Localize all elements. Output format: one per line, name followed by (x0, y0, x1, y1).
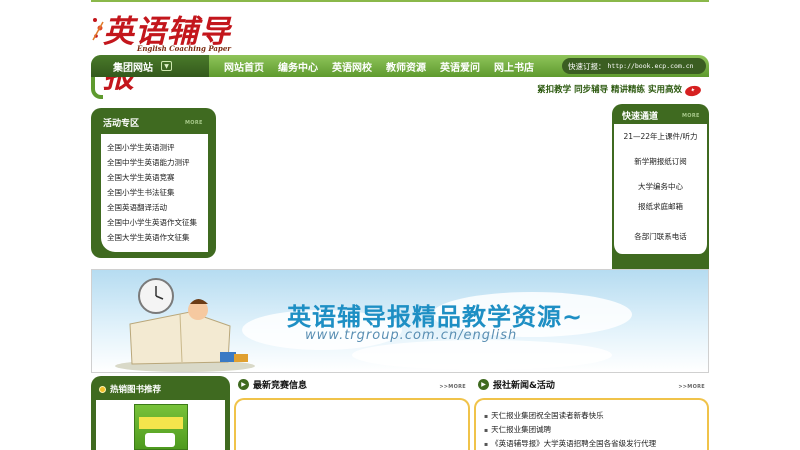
activity-item[interactable]: 全国中学生英语能力测评 (107, 155, 208, 170)
arrow-right-icon: ▶ (478, 379, 489, 390)
quick-channel: 快速通道 MORE 21—22年上课件/听力 新学期报纸订阅 大学编务中心 报纸… (612, 104, 709, 269)
quick-link-courseware[interactable]: 21—22年上课件/听力 (614, 131, 707, 142)
quick-channel-title: 快速通道 (622, 112, 659, 122)
quick-subscribe-link[interactable]: 快速订报： http://book.ecp.com.cn (562, 58, 706, 74)
news-more-link[interactable]: >>MORE (678, 384, 705, 390)
bestseller-panel (96, 400, 225, 450)
quick-channel-list: 21—22年上课件/听力 新学期报纸订阅 大学编务中心 报纸求庭邮箱 各部门联系… (612, 124, 709, 254)
logo-title-en: English Coaching Paper (137, 44, 231, 53)
badge-icon: ✦ (684, 84, 702, 98)
nav-link-editorial[interactable]: 编务中心 (278, 59, 318, 74)
subscribe-url: http://book.ecp.com.cn (607, 62, 694, 70)
activity-zone-title: 活动专区 (103, 119, 140, 129)
bestseller-title: 热销图书推荐 (99, 383, 161, 395)
banner-title: 英语辅导报精品教学资源~ (287, 303, 584, 331)
activity-list-panel: 全国小学生英语测评 全国中学生英语能力测评 全国大学生英语竞赛 全国小学生书法征… (101, 134, 208, 252)
nav-link-english-ask[interactable]: 英语爱问 (440, 59, 480, 74)
main-nav: 集团网站 ▼ 网站首页 编务中心 英语网校 教师资源 英语爱问 网上书店 快速订… (91, 55, 709, 77)
banner-url: www.trgroup.com.cn/english (305, 328, 518, 343)
activity-zone: 活动专区 MORE 全国小学生英语测评 全国中学生英语能力测评 全国大学生英语竞… (91, 108, 216, 258)
chevron-down-icon[interactable]: ▼ (161, 61, 172, 71)
news-title: 报社新闻&活动 (493, 381, 555, 391)
promo-banner[interactable]: 英语辅导报精品教学资源~ www.trgroup.com.cn/english (91, 269, 709, 373)
nav-link-home[interactable]: 网站首页 (224, 59, 264, 74)
nav-link-teacher-resources[interactable]: 教师资源 (386, 59, 426, 74)
activity-item[interactable]: 全国大学生英语竞赛 (107, 170, 208, 185)
subscribe-label: 快速订报： (568, 61, 606, 71)
activity-item[interactable]: 全国小学生英语测评 (107, 140, 208, 155)
nav-link-online-school[interactable]: 英语网校 (332, 59, 372, 74)
nav-corner-decoration (91, 77, 103, 99)
arrow-right-icon: ▶ (238, 379, 249, 390)
news-panel: ▶ 报社新闻&活动 >>MORE 天仁报业集团祝全国读者新春快乐 天仁报业集团诚… (474, 376, 709, 450)
latest-contest-more-link[interactable]: >>MORE (439, 384, 466, 390)
news-item[interactable]: 《英语辅导报》大学英语招聘全国各省级发行代理 (484, 437, 707, 450)
nav-link-bookstore[interactable]: 网上书店 (494, 59, 534, 74)
activity-item[interactable]: 全国大学生英语作文征集 (107, 230, 208, 245)
book-cover-image[interactable] (134, 404, 188, 450)
reading-character-illustration (115, 278, 255, 372)
slogan: 紧扣教学 同步辅导 精讲精练 实用高效 ✦ (537, 83, 702, 98)
news-list: 天仁报业集团祝全国读者新春快乐 天仁报业集团诚聘 《英语辅导报》大学英语招聘全国… (474, 398, 709, 450)
latest-contest-list (234, 398, 470, 450)
activity-more-link[interactable]: MORE (185, 120, 203, 126)
activity-item[interactable]: 全国中小学生英语作文征集 (107, 215, 208, 230)
quick-link-subscribe[interactable]: 新学期报纸订阅 (614, 156, 707, 167)
site-logo[interactable]: 英语辅导报 English Coaching Paper (91, 4, 259, 95)
top-divider (91, 0, 709, 2)
bullet-icon (99, 385, 106, 393)
news-item[interactable]: 天仁报业集团诚聘 (484, 423, 707, 437)
latest-contest-panel: ▶ 最新竞赛信息 >>MORE (234, 376, 470, 450)
quick-link-contacts[interactable]: 各部门联系电话 (614, 231, 707, 242)
group-sites-label: 集团网站 (113, 62, 153, 74)
quick-more-link[interactable]: MORE (682, 113, 700, 119)
nav-subbar: 紧扣教学 同步辅导 精讲精练 实用高效 ✦ (91, 77, 709, 99)
latest-contest-title: 最新竞赛信息 (253, 381, 308, 391)
group-sites-dropdown[interactable]: 集团网站 ▼ (91, 55, 209, 77)
activity-item[interactable]: 全国英语翻译活动 (107, 200, 208, 215)
news-item[interactable]: 天仁报业集团祝全国读者新春快乐 (484, 409, 707, 423)
activity-item[interactable]: 全国小学生书法征集 (107, 185, 208, 200)
quick-link-mailbox[interactable]: 报纸求庭邮箱 (614, 201, 707, 212)
bestseller-books: 热销图书推荐 (91, 376, 230, 450)
nav-links: 网站首页 编务中心 英语网校 教师资源 英语爱问 网上书店 (224, 55, 548, 77)
news-header: ▶ 报社新闻&活动 >>MORE (474, 376, 709, 394)
latest-contest-header: ▶ 最新竞赛信息 >>MORE (234, 376, 470, 394)
quick-link-university-editorial[interactable]: 大学编务中心 (614, 181, 707, 192)
cloud-decoration (352, 340, 612, 370)
